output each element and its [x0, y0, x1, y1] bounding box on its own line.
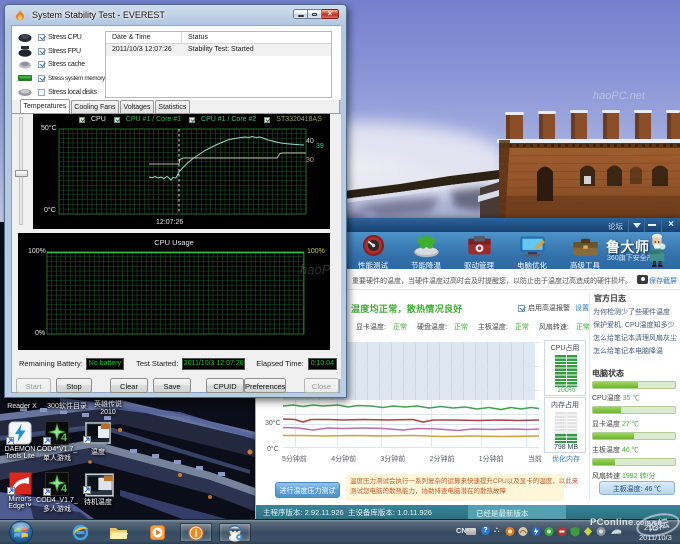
svg-text:4: 4: [61, 432, 68, 444]
svg-text:4: 4: [61, 483, 68, 495]
svg-text:i: i: [195, 528, 198, 539]
